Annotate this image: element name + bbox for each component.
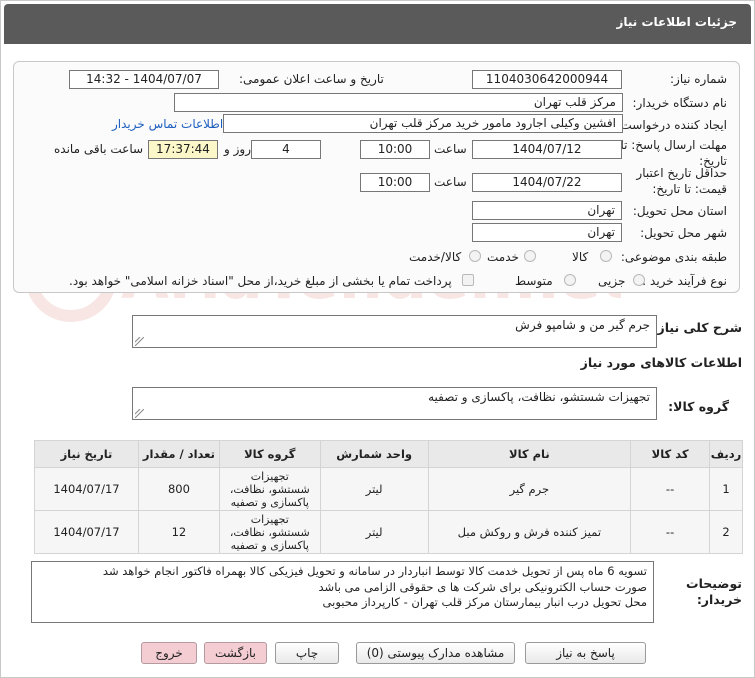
category-radio-service[interactable] xyxy=(524,250,536,262)
cell-code: -- xyxy=(630,467,711,511)
table-row[interactable]: 2 -- تمیز کننده فرش و روکش مبل لیتر تجهی… xyxy=(34,510,743,554)
cell-code: -- xyxy=(630,510,711,554)
cell-index: 1 xyxy=(709,467,743,511)
cell-group-line: پاکسازی و تصفیه xyxy=(230,538,309,552)
goods-section-title: اطلاعات کالاهای مورد نیاز xyxy=(580,355,742,370)
notes-line: تسویه 6 ماه پس از تحویل خدمت کالا توسط ا… xyxy=(102,564,647,578)
category-label: طبقه بندی موضوعی: xyxy=(620,250,727,264)
need-number-field[interactable]: 1104030642000944 xyxy=(472,70,622,89)
col-header-date: تاریخ نیاز xyxy=(34,440,139,468)
cell-date: 1404/07/17 xyxy=(34,467,139,511)
attachments-button[interactable]: مشاهده مدارک پیوستی (0) xyxy=(356,642,515,664)
col-header-code: کد کالا xyxy=(630,440,711,468)
process-option-minor: جزیی xyxy=(598,274,626,288)
category-radio-goods[interactable] xyxy=(600,250,612,262)
validity-label: حداقل تاریخ اعتبار xyxy=(636,166,727,180)
reply-button[interactable]: پاسخ به نیاز xyxy=(525,642,646,664)
resize-handle-icon[interactable] xyxy=(135,337,144,346)
back-button[interactable]: بازگشت xyxy=(204,642,267,664)
category-option-both: کالا/خدمت xyxy=(409,250,462,264)
cell-group: تجهیزات شستشو، نظافت، پاکسازی و تصفیه xyxy=(218,510,321,554)
treasury-checkbox[interactable] xyxy=(462,274,474,286)
city-field[interactable]: تهران xyxy=(472,223,622,242)
summary-text: جرم گیر من و شامپو فرش xyxy=(515,318,650,332)
cell-group-line: شستشو، نظافت، xyxy=(229,525,310,539)
requester-label: ایجاد کننده درخواست: xyxy=(616,118,727,132)
col-header-index: ردیف xyxy=(709,440,743,468)
goods-group-text: تجهیزات شستشو، نظافت، پاکسازی و تصفیه xyxy=(428,390,650,404)
contact-info-link[interactable]: اطلاعات تماس خریدار xyxy=(112,117,223,131)
resize-handle-icon[interactable] xyxy=(135,409,144,418)
deadline-date-field[interactable]: 1404/07/12 xyxy=(472,140,622,159)
header-bar: جزئیات اطلاعات نیاز xyxy=(4,4,751,44)
process-radio-medium[interactable] xyxy=(564,274,576,286)
notes-label: توضیحات xyxy=(686,576,742,591)
deadline-time-label: ساعت xyxy=(434,142,467,156)
province-label: استان محل تحویل: xyxy=(632,204,727,218)
items-table: ردیف کد کالا نام کالا واحد شمارش گروه کا… xyxy=(34,440,743,554)
cell-unit: لیتر xyxy=(319,467,429,511)
cell-name: تمیز کننده فرش و روکش مبل xyxy=(427,510,632,554)
remaining-label: ساعت باقی مانده xyxy=(54,142,144,156)
page-title: جزئیات اطلاعات نیاز xyxy=(616,15,737,29)
cell-name: جرم گیر xyxy=(427,467,632,511)
buyer-notes-field[interactable]: تسویه 6 ماه پس از تحویل خدمت کالا توسط ا… xyxy=(31,561,654,623)
province-field[interactable]: تهران xyxy=(472,201,622,220)
cell-date: 1404/07/17 xyxy=(34,510,139,554)
process-label: نوع فرآیند خرید : xyxy=(642,274,727,288)
process-radio-minor[interactable] xyxy=(633,274,645,286)
notes-label-2: خریدار: xyxy=(696,592,742,607)
page: جزئیات اطلاعات نیاز AriaTender.net شماره… xyxy=(0,0,755,678)
buyer-org-label: نام دستگاه خریدار: xyxy=(632,96,728,110)
announce-label: تاریخ و ساعت اعلان عمومی: xyxy=(239,72,384,86)
buyer-org-field[interactable]: مرکز قلب تهران xyxy=(174,93,623,112)
category-radio-both[interactable] xyxy=(469,250,481,262)
remaining-time-field: 17:37:44 xyxy=(148,140,218,159)
process-option-medium: متوسط xyxy=(515,274,553,288)
validity-time-label: ساعت xyxy=(434,175,467,189)
cell-qty: 12 xyxy=(137,510,220,554)
city-label: شهر محل تحویل: xyxy=(640,226,727,240)
col-header-unit: واحد شمارش xyxy=(319,440,429,468)
exit-button[interactable]: خروج xyxy=(141,642,197,664)
col-header-group: گروه کالا xyxy=(218,440,321,468)
cell-group-line: شستشو، نظافت، xyxy=(229,482,310,496)
validity-label-2: قیمت: تا تاریخ: xyxy=(652,182,727,196)
cell-group-line: پاکسازی و تصفیه xyxy=(230,495,309,509)
info-panel: شماره نیاز: 1104030642000944 تاریخ و ساع… xyxy=(13,61,740,293)
deadline-label: مهلت ارسال پاسخ: تا xyxy=(620,138,727,152)
requester-field[interactable]: افشین وکیلی اجارود مامور خرید مرکز قلب ت… xyxy=(223,114,623,133)
print-button[interactable]: چاپ xyxy=(275,642,339,664)
goods-group-field[interactable]: تجهیزات شستشو، نظافت، پاکسازی و تصفیه xyxy=(132,387,657,420)
col-header-name: نام کالا xyxy=(427,440,632,468)
table-header-row: ردیف کد کالا نام کالا واحد شمارش گروه کا… xyxy=(34,440,743,468)
notes-line: محل تحویل درب انبار بیمارستان مرکز قلب ت… xyxy=(322,595,647,609)
table-row[interactable]: 1 -- جرم گیر لیتر تجهیزات شستشو، نظافت، … xyxy=(34,467,743,511)
days-label: روز و xyxy=(224,142,251,156)
treasury-note: پرداخت تمام یا بخشی از مبلغ خرید،از محل … xyxy=(69,274,452,288)
category-option-goods: کالا xyxy=(572,250,589,264)
cell-group-line: تجهیزات xyxy=(250,469,289,483)
need-number-label: شماره نیاز: xyxy=(670,72,727,86)
summary-label: شرح کلی نیاز: xyxy=(652,320,742,335)
notes-line: صورت حساب الکترونیکی برای شرکت ها ی حقوق… xyxy=(318,579,647,594)
cell-index: 2 xyxy=(709,510,743,554)
category-option-service: خدمت xyxy=(487,250,519,264)
validity-time-field[interactable]: 10:00 xyxy=(360,173,430,192)
cell-group-line: تجهیزات xyxy=(250,512,289,526)
announce-field[interactable]: 1404/07/07 - 14:32 xyxy=(69,70,219,89)
goods-group-label: گروه کالا: xyxy=(668,399,729,414)
deadline-time-field[interactable]: 10:00 xyxy=(360,140,430,159)
cell-qty: 800 xyxy=(137,467,220,511)
validity-date-field[interactable]: 1404/07/22 xyxy=(472,173,622,192)
days-field[interactable]: 4 xyxy=(251,140,321,159)
cell-unit: لیتر xyxy=(319,510,429,554)
cell-group: تجهیزات شستشو، نظافت، پاکسازی و تصفیه xyxy=(218,467,321,511)
col-header-qty: تعداد / مقدار xyxy=(137,440,220,468)
summary-field[interactable]: جرم گیر من و شامپو فرش xyxy=(132,315,657,348)
